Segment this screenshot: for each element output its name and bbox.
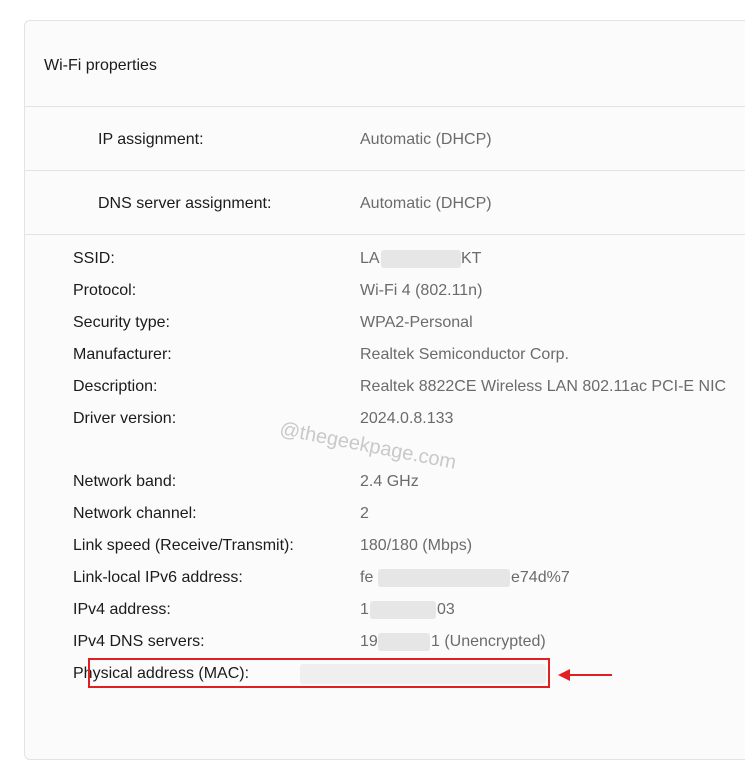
property-label: IPv4 address: — [73, 601, 171, 618]
property-value[interactable]: WPA2-Personal — [360, 314, 473, 332]
dns-assignment-value: Automatic (DHCP) — [360, 195, 492, 212]
property-label: Protocol: — [73, 282, 137, 299]
property-value[interactable]: 19 — [360, 633, 378, 651]
property-label: Network channel: — [73, 505, 197, 522]
property-value[interactable]: 2.4 GHz — [360, 473, 419, 491]
property-value-tail[interactable]: e74d%7 — [511, 569, 570, 587]
property-label: Link-local IPv6 address: — [73, 569, 243, 586]
redaction-mask — [370, 601, 436, 619]
property-value[interactable]: fe — [360, 569, 373, 587]
property-value[interactable]: Wi-Fi 4 (802.11n) — [360, 282, 482, 300]
redaction-mask — [381, 250, 461, 268]
property-label: Network band: — [73, 473, 177, 490]
property-label: Security type: — [73, 314, 170, 331]
property-value[interactable]: 180/180 (Mbps) — [360, 537, 472, 555]
property-value-tail[interactable]: KT — [461, 250, 481, 268]
property-value-tail[interactable]: 1 (Unencrypted) — [431, 633, 546, 651]
dns-assignment-row: DNS server assignment: Automatic (DHCP) — [25, 171, 745, 235]
property-label: SSID: — [73, 250, 115, 267]
card-header: Wi-Fi properties — [25, 21, 745, 107]
property-label: Manufacturer: — [73, 346, 172, 363]
property-label: Driver version: — [73, 410, 177, 427]
property-value[interactable]: Realtek 8822CE Wireless LAN 802.11ac PCI… — [360, 378, 726, 396]
property-value[interactable]: Realtek Semiconductor Corp. — [360, 346, 569, 364]
ip-assignment-value: Automatic (DHCP) — [360, 131, 492, 148]
redaction-mask — [378, 633, 430, 651]
pointer-arrow-icon — [558, 669, 612, 681]
property-value[interactable]: 2 — [360, 505, 369, 523]
property-label: Link speed (Receive/Transmit): — [73, 537, 294, 554]
property-value-tail[interactable]: 03 — [437, 601, 455, 619]
redaction-mask — [378, 569, 510, 587]
ip-assignment-label: IP assignment: — [98, 131, 204, 148]
property-value[interactable]: 2024.0.8.133 — [360, 410, 453, 428]
window-top-strip — [0, 0, 745, 20]
property-value[interactable]: LA — [360, 250, 380, 268]
dns-assignment-label: DNS server assignment: — [98, 195, 272, 212]
ip-assignment-row: IP assignment: Automatic (DHCP) — [25, 107, 745, 171]
property-label: IPv4 DNS servers: — [73, 633, 205, 650]
page-title: Wi-Fi properties — [44, 57, 157, 74]
mac-address-highlight — [88, 658, 550, 688]
property-value[interactable]: 1 — [360, 601, 369, 619]
property-label: Description: — [73, 378, 158, 395]
